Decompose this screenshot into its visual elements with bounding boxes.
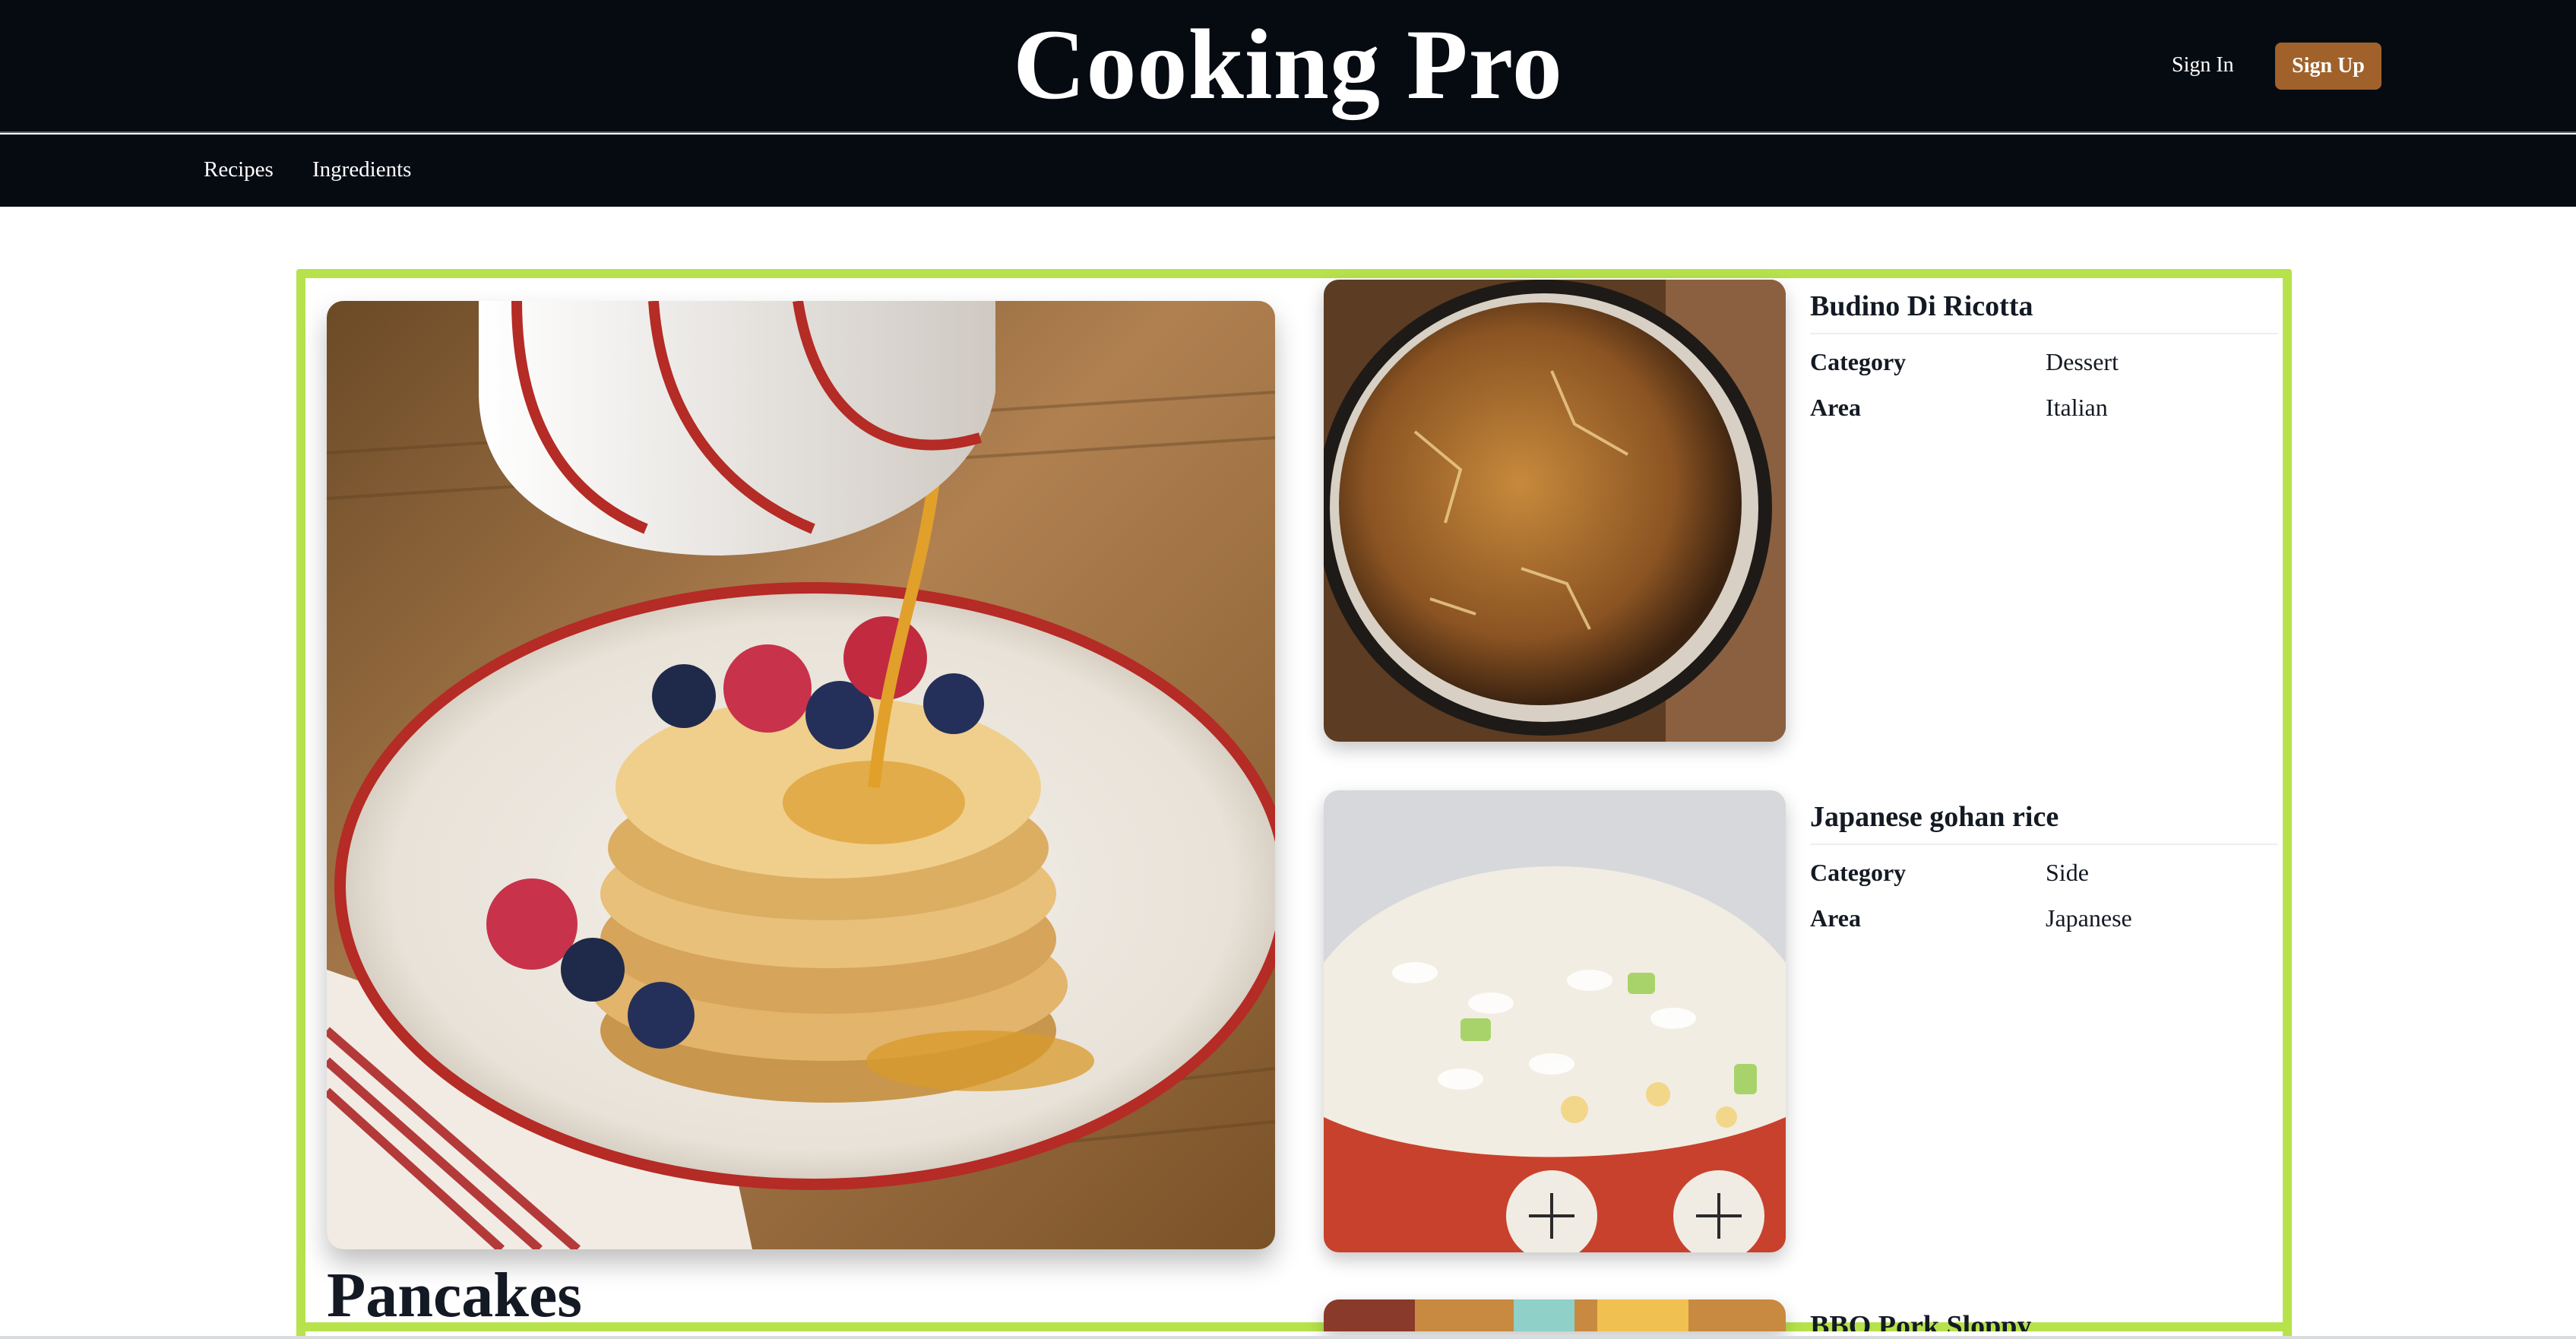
page-edge-divider (0, 1336, 2576, 1339)
recipe-card-title[interactable]: BBQ Pork Sloppy (1810, 1307, 2031, 1331)
recipe-card-divider (1810, 333, 2278, 334)
pancakes-photo-icon (327, 301, 1275, 1249)
nav-item-ingredients[interactable]: Ingredients (312, 154, 411, 185)
recipe-card-image[interactable] (1324, 1299, 1786, 1331)
category-label: Category (1810, 859, 1907, 886)
area-label: Area (1810, 394, 1861, 421)
main-nav: Recipes Ingredients (0, 135, 2576, 207)
sign-up-button[interactable]: Sign Up (2275, 43, 2381, 90)
pork-photo-icon (1324, 1299, 1786, 1331)
area-value: Japanese (2046, 904, 2132, 932)
recipe-card-image[interactable] (1324, 790, 1786, 1252)
featured-recipe-title[interactable]: Pancakes (327, 1258, 582, 1334)
nav-item-recipes[interactable]: Recipes (204, 154, 274, 185)
sign-in-link[interactable]: Sign In (2172, 50, 2234, 81)
pancakes-image[interactable] (327, 301, 1275, 1249)
recipe-card-divider (1810, 844, 2278, 845)
site-header: Cooking Pro Sign In Sign Up (0, 0, 2576, 133)
area-value: Italian (2046, 394, 2108, 421)
area-label: Area (1810, 904, 1861, 932)
category-value: Side (2046, 859, 2089, 886)
recipe-card-image[interactable] (1324, 280, 1786, 742)
recipe-card-title[interactable]: Budino Di Ricotta (1810, 287, 2033, 325)
cake-photo-icon (1324, 280, 1786, 742)
category-label: Category (1810, 348, 1907, 375)
recipe-card-title[interactable]: Japanese gohan rice (1810, 798, 2059, 836)
category-value: Dessert (2046, 348, 2119, 375)
rice-bowl-photo-icon (1324, 790, 1786, 1252)
